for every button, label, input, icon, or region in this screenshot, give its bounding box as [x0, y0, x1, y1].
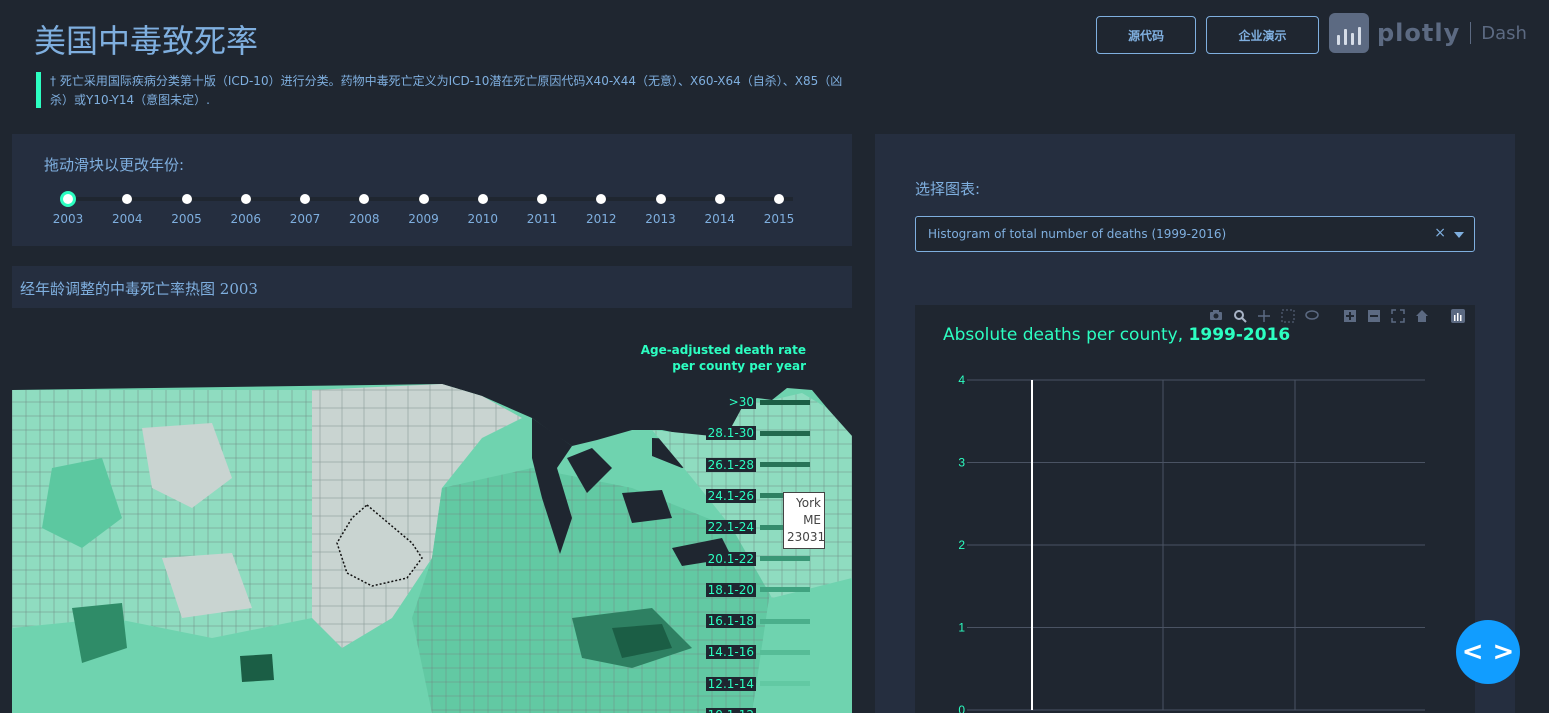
legend-label: 10.1-12: [705, 708, 756, 713]
slider-tick-2011[interactable]: 2011: [527, 212, 558, 226]
slider-handle-2008[interactable]: [359, 194, 370, 204]
legend-item[interactable]: 12.1-14: [705, 675, 810, 693]
legend-label: 16.1-18: [705, 614, 756, 629]
slider-tick-2008[interactable]: 2008: [349, 212, 380, 226]
choropleth-map[interactable]: Age-adjusted death rate per county per y…: [12, 318, 852, 713]
slider-handle-2013[interactable]: [655, 194, 666, 204]
legend-label: 20.1-22: [705, 551, 756, 566]
page-title: 美国中毒致死率: [34, 22, 259, 60]
clear-icon[interactable]: ×: [1434, 225, 1446, 241]
slider-handle-2014[interactable]: [714, 194, 725, 204]
slider-tick-2007[interactable]: 2007: [290, 212, 321, 226]
logo-text: plotly: [1377, 19, 1461, 47]
slider-tick-2009[interactable]: 2009: [408, 212, 439, 226]
legend-swatch: [760, 681, 810, 687]
slider-tick-2006[interactable]: 2006: [230, 212, 261, 226]
slider-tick-2015[interactable]: 2015: [764, 212, 795, 226]
legend-swatch: [760, 556, 810, 561]
tooltip-county: York: [796, 496, 821, 510]
enterprise-demo-button[interactable]: 企业演示: [1206, 16, 1319, 54]
y-tick-label: 2: [958, 538, 965, 552]
slider-label: 拖动滑块以更改年份:: [44, 156, 185, 174]
slider-handle-2009[interactable]: [418, 194, 429, 204]
slider-handle-2012[interactable]: [596, 194, 607, 204]
histogram-plot-area[interactable]: 0 1 2 3 4: [915, 305, 1475, 713]
plotly-dash-logo[interactable]: plotly Dash: [1329, 12, 1527, 54]
histogram-chart[interactable]: Absolute deaths per county, 1999-2016 01…: [915, 305, 1475, 713]
slider-tick-2005[interactable]: 2005: [171, 212, 202, 226]
legend-swatch: [760, 399, 810, 405]
plotly-logo-icon: [1329, 13, 1369, 53]
legend-label: 22.1-24: [705, 520, 756, 535]
legend-label: 24.1-26: [705, 488, 756, 503]
slider-tick-2004[interactable]: 2004: [112, 212, 143, 226]
slider-handle-2003[interactable]: [60, 191, 76, 207]
slider-tick-2003[interactable]: 2003: [53, 212, 84, 226]
slider-tick-2012[interactable]: 2012: [586, 212, 617, 226]
code-toggle-button[interactable]: < >: [1456, 620, 1520, 684]
source-code-button[interactable]: 源代码: [1096, 16, 1196, 54]
legend-item[interactable]: 18.1-20: [705, 581, 810, 599]
legend-label: 26.1-28: [705, 457, 756, 472]
legend-label: 14.1-16: [705, 645, 756, 660]
legend-swatch: [760, 462, 810, 468]
slider-tick-2014[interactable]: 2014: [704, 212, 735, 226]
description-accent-bar: [36, 72, 41, 108]
legend-item[interactable]: 26.1-28: [705, 456, 810, 474]
legend-label: 28.1-30: [705, 426, 756, 441]
legend-item[interactable]: 28.1-30: [705, 424, 810, 442]
slider-tick-2013[interactable]: 2013: [645, 212, 676, 226]
y-tick-label: 1: [958, 621, 965, 635]
legend-item[interactable]: >30: [726, 393, 810, 411]
slider-tick-2010[interactable]: 2010: [467, 212, 498, 226]
heatmap-title-panel: 经年龄调整的中毒死亡率热图 2003: [12, 266, 852, 308]
legend-item[interactable]: 14.1-16: [705, 643, 810, 661]
legend-item[interactable]: 20.1-22: [705, 550, 810, 568]
chart-panel: 选择图表: Histogram of total number of death…: [875, 134, 1515, 713]
legend-label: 18.1-20: [705, 582, 756, 597]
map-legend-title-line1: Age-adjusted death rate: [640, 343, 806, 357]
slider-track[interactable]: [68, 197, 793, 201]
slider-handle-2011[interactable]: [537, 194, 547, 204]
slider-handle-2007[interactable]: [300, 194, 310, 204]
slider-handle-2010[interactable]: [477, 194, 488, 204]
map-legend-title-line2: per county per year: [672, 359, 806, 373]
chart-select-label: 选择图表:: [915, 180, 981, 198]
chevron-down-icon[interactable]: [1454, 232, 1464, 238]
county-hover-tooltip: York ME 23031: [783, 492, 825, 549]
tooltip-state: ME: [803, 513, 821, 527]
chart-type-dropdown[interactable]: Histogram of total number of deaths (199…: [915, 216, 1475, 252]
legend-label: 12.1-14: [705, 676, 756, 691]
y-tick-label: 3: [958, 456, 965, 470]
logo-divider: [1470, 22, 1472, 44]
legend-item[interactable]: 10.1-12: [705, 706, 810, 713]
page-description: † 死亡采用国际疾病分类第十版（ICD-10）进行分类。药物中毒死亡定义为ICD…: [50, 74, 843, 107]
slider-handle-2015[interactable]: [774, 194, 784, 204]
heatmap-title: 经年龄调整的中毒死亡率热图 2003: [20, 280, 258, 298]
slider-handle-2006[interactable]: [240, 194, 251, 204]
legend-item[interactable]: 16.1-18: [705, 612, 810, 630]
map-legend-title: Age-adjusted death rate per county per y…: [641, 342, 806, 374]
legend-swatch: [760, 649, 810, 655]
legend-swatch: [760, 618, 810, 624]
legend-label: >30: [726, 395, 756, 409]
slider-handle-2005[interactable]: [181, 194, 192, 204]
legend-swatch: [760, 587, 810, 593]
y-tick-label: 0: [958, 703, 965, 713]
dropdown-selected-value: Histogram of total number of deaths (199…: [928, 227, 1227, 241]
logo-dash-text: Dash: [1481, 22, 1527, 44]
tooltip-fips: 23031: [787, 530, 826, 544]
y-tick-label: 4: [958, 373, 965, 387]
legend-swatch: [760, 430, 810, 436]
year-slider-panel: 拖动滑块以更改年份: 2003 2004 2005 2006 2007 2008 2009 2…: [12, 134, 852, 246]
slider-handle-2004[interactable]: [122, 194, 133, 204]
